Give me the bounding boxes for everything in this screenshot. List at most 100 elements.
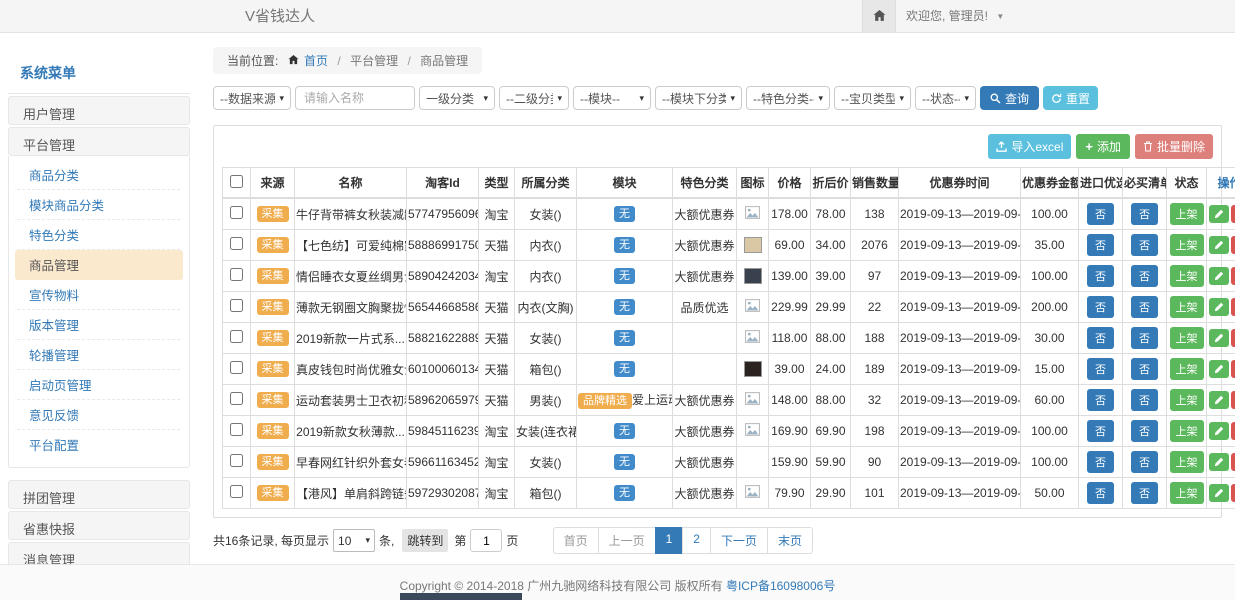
status-button[interactable]: 上架	[1170, 296, 1204, 318]
filter-select[interactable]: --宝贝类型--▾	[834, 86, 911, 110]
import-select-toggle[interactable]: 否	[1087, 451, 1114, 473]
must-buy-toggle[interactable]: 否	[1131, 482, 1158, 504]
status-button[interactable]: 上架	[1170, 389, 1204, 411]
edit-button[interactable]	[1209, 205, 1229, 223]
must-buy-toggle[interactable]: 否	[1131, 265, 1158, 287]
delete-button[interactable]	[1231, 453, 1235, 471]
import-select-toggle[interactable]: 否	[1087, 296, 1114, 318]
sidebar-subitem[interactable]: 宣传物料	[15, 280, 183, 310]
page-button[interactable]: 上一页	[598, 527, 656, 554]
filter-select[interactable]: --模块下分类--▾	[655, 86, 742, 110]
import-select-toggle[interactable]: 否	[1087, 389, 1114, 411]
must-buy-toggle[interactable]: 否	[1131, 389, 1158, 411]
row-checkbox[interactable]	[230, 454, 243, 467]
must-buy-toggle[interactable]: 否	[1131, 327, 1158, 349]
filter-select[interactable]: 一级分类▾	[419, 86, 495, 110]
jump-page-input[interactable]	[470, 529, 502, 552]
must-buy-toggle[interactable]: 否	[1131, 234, 1158, 256]
search-name-input[interactable]	[295, 86, 415, 110]
must-buy-toggle[interactable]: 否	[1131, 203, 1158, 225]
sidebar-subitem[interactable]: 轮播管理	[15, 340, 183, 370]
status-button[interactable]: 上架	[1170, 327, 1204, 349]
import-excel-button[interactable]: 导入excel	[988, 134, 1071, 159]
edit-button[interactable]	[1209, 484, 1229, 502]
delete-button[interactable]	[1231, 360, 1235, 378]
sidebar-item[interactable]: 平台管理	[8, 127, 190, 156]
import-select-toggle[interactable]: 否	[1087, 358, 1114, 380]
status-button[interactable]: 上架	[1170, 482, 1204, 504]
row-checkbox[interactable]	[230, 206, 243, 219]
per-page-select[interactable]: 10 ▾	[333, 529, 375, 552]
sidebar-subitem[interactable]: 启动页管理	[15, 370, 183, 400]
page-button[interactable]: 下一页	[710, 527, 768, 554]
row-checkbox[interactable]	[230, 485, 243, 498]
row-checkbox[interactable]	[230, 392, 243, 405]
select-all-checkbox[interactable]	[230, 175, 243, 188]
edit-button[interactable]	[1209, 422, 1229, 440]
row-checkbox[interactable]	[230, 237, 243, 250]
sidebar-item[interactable]: 省惠快报	[8, 511, 190, 540]
edit-button[interactable]	[1209, 453, 1229, 471]
add-button[interactable]: + 添加	[1076, 134, 1130, 159]
must-buy-toggle[interactable]: 否	[1131, 420, 1158, 442]
row-checkbox[interactable]	[230, 330, 243, 343]
sidebar-subitem[interactable]: 商品管理	[15, 250, 183, 280]
icp-link[interactable]: 粤ICP备16098006号	[726, 579, 835, 593]
import-select-toggle[interactable]: 否	[1087, 482, 1114, 504]
import-select-toggle[interactable]: 否	[1087, 265, 1114, 287]
sidebar-item[interactable]: 用户管理	[8, 96, 190, 125]
delete-button[interactable]	[1231, 236, 1235, 254]
breadcrumb-home-link[interactable]: 首页	[304, 54, 328, 68]
page-button[interactable]: 首页	[553, 527, 599, 554]
import-select-toggle[interactable]: 否	[1087, 327, 1114, 349]
edit-button[interactable]	[1209, 329, 1229, 347]
delete-button[interactable]	[1231, 205, 1235, 223]
filter-select[interactable]: --数据来源--▾	[213, 86, 291, 110]
page-button[interactable]: 1	[655, 527, 684, 554]
sidebar-subitem[interactable]: 模块商品分类	[15, 190, 183, 220]
batch-delete-button[interactable]: 批量删除	[1135, 134, 1213, 159]
delete-button[interactable]	[1231, 484, 1235, 502]
reset-button[interactable]: 重置	[1043, 86, 1098, 110]
page-button[interactable]: 2	[682, 527, 711, 554]
must-buy-toggle[interactable]: 否	[1131, 451, 1158, 473]
status-button[interactable]: 上架	[1170, 451, 1204, 473]
status-button[interactable]: 上架	[1170, 234, 1204, 256]
sidebar-subitem[interactable]: 版本管理	[15, 310, 183, 340]
sidebar-subitem[interactable]: 特色分类	[15, 220, 183, 250]
page-button[interactable]: 末页	[767, 527, 813, 554]
delete-button[interactable]	[1231, 329, 1235, 347]
row-checkbox[interactable]	[230, 361, 243, 374]
edit-button[interactable]	[1209, 360, 1229, 378]
sidebar-item[interactable]: 拼团管理	[8, 480, 190, 509]
delete-button[interactable]	[1231, 391, 1235, 409]
filter-select[interactable]: --特色分类--▾	[746, 86, 830, 110]
home-button[interactable]	[862, 0, 896, 32]
import-select-toggle[interactable]: 否	[1087, 203, 1114, 225]
user-menu[interactable]: 欢迎您, 管理员! ▼	[906, 0, 1004, 33]
filter-select[interactable]: --二级分类--▾	[499, 86, 569, 110]
row-checkbox[interactable]	[230, 423, 243, 436]
delete-button[interactable]	[1231, 267, 1235, 285]
edit-button[interactable]	[1209, 298, 1229, 316]
filter-select[interactable]: --状态--▾	[915, 86, 976, 110]
status-button[interactable]: 上架	[1170, 203, 1204, 225]
edit-button[interactable]	[1209, 391, 1229, 409]
sidebar-subitem[interactable]: 意见反馈	[15, 400, 183, 430]
edit-button[interactable]	[1209, 236, 1229, 254]
import-select-toggle[interactable]: 否	[1087, 234, 1114, 256]
sidebar-subitem[interactable]: 商品分类	[15, 160, 183, 190]
row-checkbox[interactable]	[230, 299, 243, 312]
filter-select[interactable]: --模块--▾	[573, 86, 651, 110]
search-button[interactable]: 查询	[980, 86, 1039, 110]
edit-button[interactable]	[1209, 267, 1229, 285]
jump-button[interactable]: 跳转到	[402, 529, 448, 552]
delete-button[interactable]	[1231, 298, 1235, 316]
status-button[interactable]: 上架	[1170, 420, 1204, 442]
delete-button[interactable]	[1231, 422, 1235, 440]
row-checkbox[interactable]	[230, 268, 243, 281]
import-select-toggle[interactable]: 否	[1087, 420, 1114, 442]
status-button[interactable]: 上架	[1170, 358, 1204, 380]
status-button[interactable]: 上架	[1170, 265, 1204, 287]
must-buy-toggle[interactable]: 否	[1131, 296, 1158, 318]
